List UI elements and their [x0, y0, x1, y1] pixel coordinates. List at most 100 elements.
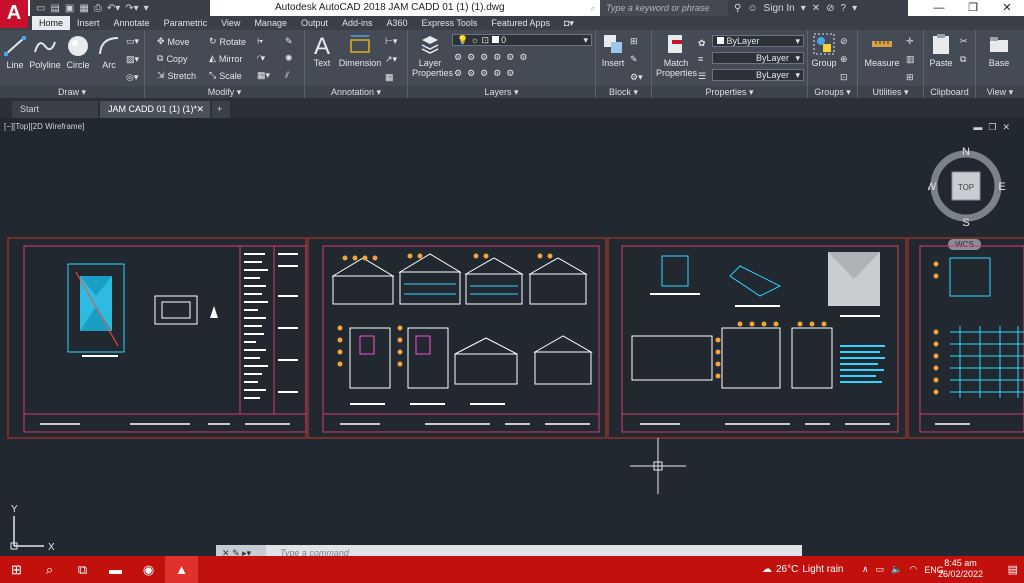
- tab-add-ins[interactable]: Add-ins: [335, 16, 380, 30]
- volume-icon[interactable]: 🔈: [891, 564, 902, 575]
- wifi-icon[interactable]: ◠: [909, 564, 917, 575]
- draw-panel-title[interactable]: Draw ▾: [0, 86, 144, 98]
- drawing-viewport[interactable]: [−][Top][2D Wireframe] ▬❐✕ TOP N S E W W…: [0, 118, 1024, 561]
- arc-button[interactable]: Arc: [96, 34, 122, 70]
- weather-widget[interactable]: ☁ 26°C Light rain: [762, 556, 843, 583]
- group-select-icon[interactable]: ⊡: [840, 72, 848, 83]
- layer-properties-button[interactable]: Layer Properties: [412, 32, 453, 78]
- viewport-restore-icon[interactable]: ❐: [988, 122, 1002, 132]
- view-panel-title[interactable]: View ▾: [976, 86, 1024, 98]
- autocad-taskbar-icon[interactable]: ▲: [165, 556, 198, 583]
- layers-panel-title[interactable]: Layers ▾: [408, 86, 595, 98]
- offset-icon[interactable]: ⫽: [285, 70, 289, 81]
- utilities-panel-title[interactable]: Utilities ▾: [858, 86, 923, 98]
- fillet-icon[interactable]: ◜▾: [257, 53, 265, 64]
- close-icon[interactable]: ✕: [990, 0, 1024, 16]
- help-dropdown-icon[interactable]: ▾: [852, 3, 857, 14]
- properties-panel-title[interactable]: Properties ▾: [652, 86, 807, 98]
- linetype-dropdown[interactable]: ByLayer ▾: [712, 69, 804, 81]
- help-icon[interactable]: ?: [841, 3, 847, 14]
- search-input[interactable]: ⌕ Type a keyword or phrase: [590, 0, 728, 16]
- modify-panel-title[interactable]: Modify ▾: [145, 86, 304, 98]
- sheet-2[interactable]: [307, 237, 607, 439]
- battery-icon[interactable]: ▭: [876, 564, 885, 575]
- viewport-minimize-icon[interactable]: ▬: [973, 122, 988, 132]
- chrome-icon[interactable]: ◉: [132, 556, 165, 583]
- compass-north[interactable]: N: [962, 146, 970, 158]
- user-icon[interactable]: ☺: [747, 3, 757, 14]
- copy-clip-icon[interactable]: ⧉: [960, 54, 966, 65]
- save-as-icon[interactable]: ▦: [79, 3, 88, 14]
- insert-button[interactable]: Insert: [598, 32, 628, 68]
- tab-annotate[interactable]: Annotate: [107, 16, 157, 30]
- select-all-icon[interactable]: ⊞: [906, 72, 914, 83]
- calculator-icon[interactable]: ▥: [906, 54, 915, 65]
- text-button[interactable]: A Text: [309, 32, 335, 68]
- viewcube[interactable]: TOP N S E W: [926, 146, 1006, 232]
- compass-east[interactable]: E: [998, 181, 1005, 193]
- match-properties-button[interactable]: Match Properties: [656, 32, 697, 78]
- paste-button[interactable]: Paste: [926, 32, 956, 68]
- line-button[interactable]: Line: [2, 34, 28, 70]
- clock[interactable]: 8:45 am 26/02/2022: [938, 558, 983, 580]
- close-tab-icon[interactable]: ✕: [196, 101, 204, 118]
- tab-view[interactable]: View: [214, 16, 247, 30]
- open-file-icon[interactable]: ▤: [50, 3, 59, 14]
- clipboard-panel-title[interactable]: Clipboard: [924, 86, 975, 98]
- color-dropdown[interactable]: ByLayer ▾: [712, 35, 804, 47]
- print-icon[interactable]: ⎙: [94, 3, 102, 14]
- tab-start[interactable]: Start: [12, 101, 98, 118]
- polyline-button[interactable]: Polyline: [28, 34, 62, 70]
- compass-south[interactable]: S: [962, 217, 969, 229]
- base-button[interactable]: Base: [982, 32, 1016, 68]
- application-menu-button[interactable]: A: [0, 0, 28, 28]
- erase-icon[interactable]: ✎: [285, 36, 293, 47]
- sheet-4[interactable]: [907, 237, 1024, 439]
- trim-icon[interactable]: ⟊▾: [257, 36, 263, 47]
- table-icon[interactable]: ▦: [385, 72, 394, 83]
- tab-express-tools[interactable]: Express Tools: [415, 16, 485, 30]
- tab-insert[interactable]: Insert: [70, 16, 107, 30]
- group-button[interactable]: Group: [810, 32, 838, 68]
- array-icon[interactable]: ▦▾: [257, 70, 270, 81]
- cut-icon[interactable]: ✂: [960, 36, 968, 47]
- viewcube-face[interactable]: TOP: [958, 183, 974, 192]
- move-button[interactable]: ✥ Move: [157, 36, 190, 47]
- scale-button[interactable]: ⤡ Scale: [209, 70, 242, 81]
- tab-output[interactable]: Output: [294, 16, 335, 30]
- layer-tools-row-1[interactable]: ⚙⚙⚙⚙⚙⚙: [454, 52, 532, 63]
- sign-in-dropdown-icon[interactable]: ▾: [801, 3, 806, 14]
- windows-start-icon[interactable]: ⊞: [0, 556, 33, 583]
- rectangle-icon[interactable]: ▭▾: [126, 36, 139, 47]
- id-point-icon[interactable]: ✛: [906, 36, 914, 47]
- tab-manage[interactable]: Manage: [247, 16, 294, 30]
- viewport-controls-label[interactable]: [−][Top][2D Wireframe]: [4, 122, 84, 131]
- draw-more-icon[interactable]: ◎▾: [126, 72, 138, 83]
- layer-tools-row-2[interactable]: ⚙⚙⚙⚙⚙: [454, 68, 519, 79]
- workspace-dropdown-icon[interactable]: ▾: [144, 3, 149, 14]
- minimize-icon[interactable]: —: [922, 0, 956, 16]
- stretch-button[interactable]: ⇲ Stretch: [157, 70, 196, 81]
- copy-button[interactable]: ⧉ Copy: [157, 53, 187, 64]
- tab-drawing[interactable]: JAM CADD 01 (1) (1)* ✕: [100, 101, 210, 118]
- block-attributes-icon[interactable]: ⚙▾: [630, 72, 643, 83]
- tab-featured-apps[interactable]: Featured Apps: [484, 16, 557, 30]
- redo-icon[interactable]: ↷▾: [125, 3, 138, 14]
- groups-panel-title[interactable]: Groups ▾: [808, 86, 857, 98]
- create-block-icon[interactable]: ⊞: [630, 36, 638, 47]
- annotation-panel-title[interactable]: Annotation ▾: [305, 86, 407, 98]
- layer-dropdown[interactable]: 💡 ☼ ⊡ 0 ▾: [452, 34, 592, 46]
- tab-home[interactable]: Home: [32, 16, 71, 30]
- edit-block-icon[interactable]: ✎: [630, 54, 638, 65]
- dimension-button[interactable]: Dimension: [337, 32, 383, 68]
- measure-button[interactable]: Measure: [862, 32, 902, 68]
- undo-icon[interactable]: ↶▾: [107, 3, 120, 14]
- restore-icon[interactable]: ❐: [956, 0, 990, 16]
- group-edit-icon[interactable]: ⊕: [840, 54, 848, 65]
- sign-in-link[interactable]: Sign In: [764, 3, 795, 14]
- new-tab-button[interactable]: +: [212, 101, 230, 118]
- ribbon-minimize-icon[interactable]: ◘▾: [557, 16, 581, 30]
- circle-button[interactable]: Circle: [64, 34, 92, 70]
- mirror-button[interactable]: ◭ Mirror: [209, 53, 242, 64]
- file-explorer-icon[interactable]: ▬: [99, 556, 132, 583]
